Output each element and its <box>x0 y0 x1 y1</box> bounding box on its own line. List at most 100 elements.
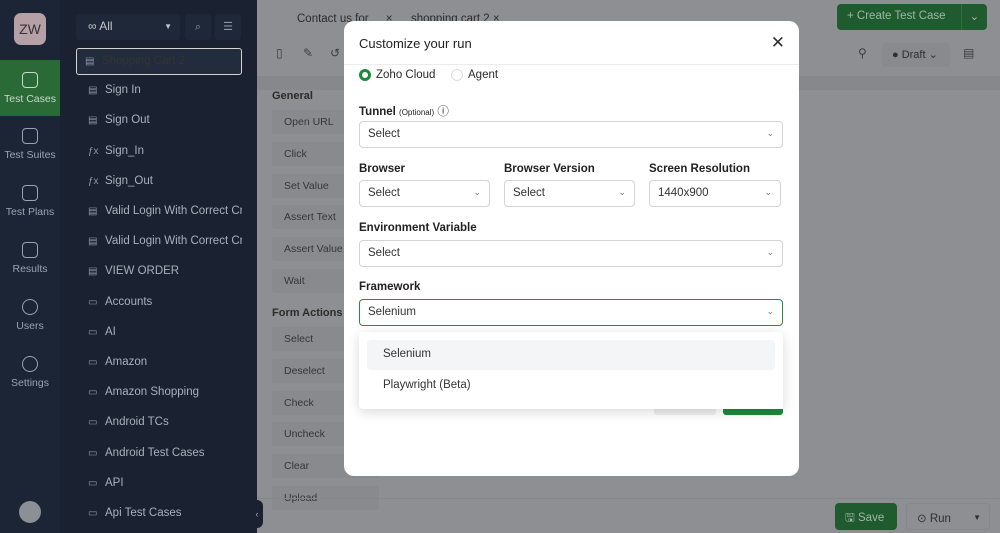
tree-item[interactable]: ▭ API <box>76 471 242 498</box>
cancel-button[interactable] <box>654 409 716 415</box>
search-button[interactable]: ⌕ <box>185 14 211 40</box>
resolution-select[interactable]: 1440x900 ⌄ <box>649 180 781 207</box>
tunnel-select[interactable]: Select ⌄ <box>359 121 783 148</box>
run-button[interactable]: ⊙ Run ▼ <box>906 503 990 530</box>
run-options-caret[interactable]: ▼ <box>973 513 981 522</box>
nav-users[interactable]: Users <box>0 287 60 343</box>
tree-item-label: Amazon <box>105 356 148 368</box>
filter-settings-button[interactable]: ☰ <box>215 14 241 40</box>
tree-item-label: Shopping Cart 2 <box>102 55 186 67</box>
section-form-actions: Form Actions <box>272 307 343 319</box>
test-case-icon: ▤ <box>88 85 98 97</box>
nav-label: Test Cases <box>4 92 56 105</box>
status-value: Draft <box>901 49 926 61</box>
folder-icon: ▭ <box>88 508 98 519</box>
history-icon[interactable]: ↺ <box>330 46 340 60</box>
tree-item[interactable]: ▤ Shopping Cart 2 <box>76 48 242 75</box>
chevron-down-icon: ⌄ <box>618 187 626 197</box>
close-icon[interactable]: ✕ <box>771 33 785 53</box>
tree-item[interactable]: ▭ Accounts <box>76 290 242 317</box>
nav-test-cases[interactable]: Test Cases <box>0 60 60 116</box>
tree-item-label: Sign In <box>105 84 141 97</box>
nav-label: Test Suites <box>4 148 56 161</box>
tree-item-label: AI <box>105 325 116 338</box>
test-case-icon: ▤ <box>88 206 98 217</box>
tunnel-label: Tunnel (Optional) ⓘ <box>359 103 449 119</box>
test-case-icon: ▤ <box>88 115 98 127</box>
browser-label: Browser <box>359 163 406 175</box>
tree-item[interactable]: ƒx Sign_Out <box>76 169 242 196</box>
tree-item[interactable]: ▭ Android Test Cases <box>76 441 242 468</box>
calendar-icon <box>22 184 38 201</box>
users-icon <box>22 298 38 315</box>
run-label: Run <box>929 513 951 525</box>
folder-icon: ▭ <box>88 477 98 489</box>
select-value: Select <box>513 187 545 199</box>
user-avatar[interactable] <box>19 501 41 523</box>
radio-zoho-cloud[interactable]: Zoho Cloud <box>359 69 435 81</box>
status-dropdown[interactable]: ● Draft ⌄ <box>882 43 950 67</box>
customize-run-dialog: Customize your run ✕ Zoho Cloud Agent Tu… <box>344 21 799 476</box>
select-value: Selenium <box>368 306 416 318</box>
radio-label: Zoho Cloud <box>376 69 436 81</box>
info-icon[interactable]: ⓘ <box>437 106 449 118</box>
chevron-down-icon: ▼ <box>164 22 172 31</box>
tree-item[interactable]: ▭ Amazon <box>76 350 242 377</box>
tree-item[interactable]: ▭ Amazon Shopping <box>76 380 242 407</box>
nav-test-plans[interactable]: Test Plans <box>0 173 60 229</box>
filter-dropdown[interactable]: ∞ All ▼ <box>76 14 180 40</box>
tree-item-label: VIEW ORDER <box>105 265 180 278</box>
browser-version-select[interactable]: Select ⌄ <box>504 180 635 207</box>
org-avatar[interactable]: ZW <box>14 13 46 45</box>
folder-icon: ▭ <box>88 357 98 368</box>
edit-icon[interactable]: ✎ <box>303 46 313 60</box>
option-selenium[interactable]: Selenium <box>367 340 775 370</box>
framework-label: Framework <box>359 281 421 293</box>
function-icon: ƒx <box>88 145 99 157</box>
tree-item[interactable]: ▤ Sign Out <box>76 108 242 135</box>
framework-select[interactable]: Selenium ⌄ <box>359 299 783 326</box>
dialog-title: Customize your run <box>344 21 799 65</box>
calendar-icon[interactable]: ▤ <box>963 46 974 60</box>
run-confirm-button[interactable] <box>723 409 783 415</box>
test-case-icon: ▤ <box>88 236 98 248</box>
browser-version-label: Browser Version <box>504 163 595 175</box>
nav-test-suites[interactable]: Test Suites <box>0 116 60 172</box>
folder-icon: ▭ <box>88 326 98 338</box>
chart-icon <box>22 241 38 258</box>
nav-label: Users <box>16 319 44 332</box>
tree-item-label: Android TCs <box>105 416 169 429</box>
save-button[interactable]: 🖫 Save <box>835 503 897 530</box>
test-case-icon: ▤ <box>85 56 95 67</box>
tree-item-label: Accounts <box>105 295 153 308</box>
optional-hint: (Optional) <box>399 108 435 117</box>
env-var-select[interactable]: Select ⌄ <box>359 240 783 267</box>
nav-label: Results <box>12 262 48 275</box>
tree-item[interactable]: ▤ Valid Login With Correct Cre <box>76 199 242 226</box>
tree-item[interactable]: ▤ Valid Login With Correct Cre <box>76 229 242 256</box>
nav-results[interactable]: Results <box>0 230 60 286</box>
radio-icon <box>359 69 371 81</box>
tree-item-label: Sign_Out <box>105 174 153 187</box>
chevron-down-icon: ⌄ <box>766 128 774 138</box>
chevron-down-icon[interactable]: ⌄ <box>961 4 987 30</box>
resolution-label: Screen Resolution <box>649 163 750 175</box>
tree-item[interactable]: ▤ Sign In <box>76 78 242 105</box>
tree-item[interactable]: ƒx Sign_In <box>76 139 242 166</box>
panel-icon[interactable]: ▯ <box>276 46 283 60</box>
browser-select[interactable]: Select ⌄ <box>359 180 490 207</box>
tree-item[interactable]: ▭ Api Test Cases <box>76 501 242 528</box>
tree-item[interactable]: ▭ Android TCs <box>76 410 242 437</box>
nav-settings[interactable]: Settings <box>0 344 60 400</box>
create-test-case-button[interactable]: + Create Test Case ⌄ <box>837 4 987 30</box>
tree-item-label: Sign Out <box>105 114 150 127</box>
select-value: Select <box>368 187 400 199</box>
section-general: General <box>272 90 313 102</box>
bug-icon[interactable]: ⚲ <box>858 46 867 60</box>
tree-item[interactable]: ▭ AI <box>76 320 242 347</box>
tree-item[interactable]: ▤ VIEW ORDER <box>76 259 242 286</box>
nav-rail: ZW Test Cases Test Suites Test Plans Res… <box>0 0 60 533</box>
radio-agent[interactable]: Agent <box>451 69 498 81</box>
option-playwright[interactable]: Playwright (Beta) <box>367 371 775 401</box>
gear-icon <box>22 355 38 372</box>
